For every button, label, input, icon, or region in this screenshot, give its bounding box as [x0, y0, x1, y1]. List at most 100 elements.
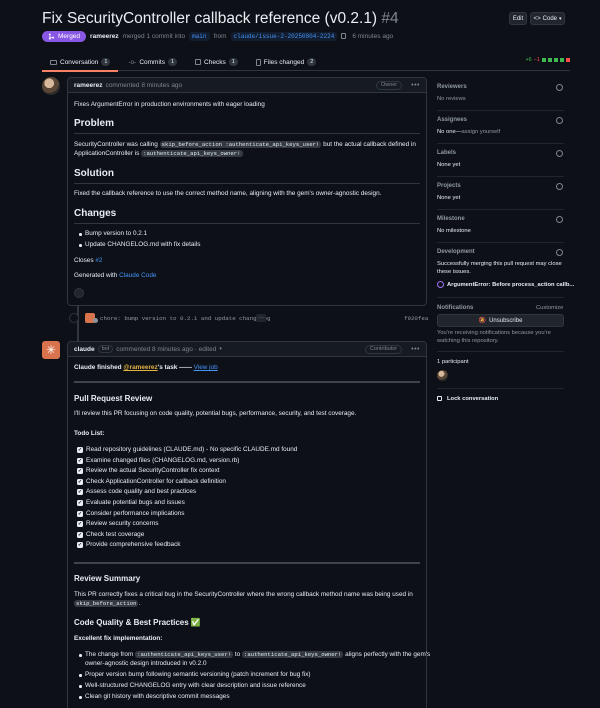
copy-icon[interactable] [341, 33, 347, 39]
base-branch[interactable]: main [189, 31, 210, 41]
sidebar-divider [437, 209, 564, 210]
commit-message[interactable]: chore: bump version to 0.2.1 and update … [100, 315, 270, 322]
todo-item: Examine changed files (CHANGELOG.md, ver… [86, 456, 240, 464]
reviewers-heading[interactable]: Reviewers [437, 84, 467, 90]
generated-text: Generated with [74, 272, 118, 279]
commit-icon: -o- [128, 58, 137, 66]
tab-checks[interactable]: Checks 1 [187, 53, 246, 71]
gear-icon[interactable] [556, 117, 563, 124]
linked-issue[interactable]: ArgumentError: Before process_action cal… [447, 282, 574, 288]
time-text: 6 minutes ago [352, 32, 394, 40]
deletions-count: −1 [533, 57, 540, 63]
closes-text: Closes [74, 257, 94, 264]
diffstat-block [560, 58, 564, 62]
tab-label: Checks [204, 58, 226, 66]
status-badge: Merged [42, 30, 87, 42]
comment-header: claude bot commented 8 minutes ago · edi… [68, 342, 426, 357]
chevron-down-icon[interactable]: ▾ [219, 346, 222, 352]
sidebar-divider [437, 351, 564, 352]
list-text: to [234, 651, 241, 658]
sidebar-divider [437, 388, 564, 389]
assignees-value: No one—assign yourself [437, 129, 500, 135]
code-button[interactable]: <> Code ▾ [530, 12, 565, 25]
role-badge: Owner [375, 80, 403, 90]
gear-icon[interactable] [556, 249, 563, 256]
comment-author[interactable]: rameerez [74, 82, 103, 89]
todo-checkbox: ✓ [77, 500, 83, 506]
tab-conversation[interactable]: Conversation 1 [42, 53, 119, 72]
inline-code: skip_before_action [74, 600, 139, 607]
chevron-down-icon: ▾ [559, 15, 562, 22]
comment-time[interactable]: commented 8 minutes ago · edited [116, 346, 216, 353]
more-options-icon[interactable]: ••• [411, 82, 420, 89]
status-text: 's task —— [157, 364, 192, 371]
edit-label: Edit [512, 15, 524, 22]
labels-heading[interactable]: Labels [437, 150, 456, 156]
head-branch[interactable]: claude/issue-2-20250804-2224 [230, 31, 338, 41]
bullet [79, 674, 82, 677]
gear-icon[interactable] [556, 150, 563, 157]
assign-yourself-link[interactable]: assign yourself [462, 129, 501, 135]
claude-code-link[interactable]: Claude Code [119, 272, 156, 279]
notifications-heading: Notifications [437, 305, 474, 311]
sidebar-divider [437, 110, 564, 111]
issue-closed-icon [437, 281, 444, 288]
lock-conversation-button[interactable]: Lock conversation [447, 396, 498, 402]
sidebar-divider [437, 176, 564, 177]
todo-item: Check ApplicationController for callback… [86, 477, 226, 485]
list-item: Well-structured CHANGELOG entry with cle… [85, 682, 306, 689]
unsubscribe-button[interactable]: 🔕 Unsubscribe [437, 314, 564, 327]
claude-avatar[interactable]: ✳ [42, 341, 60, 359]
expand-commit-button[interactable]: … [256, 314, 266, 322]
user-mention[interactable]: @rameerez [123, 364, 157, 371]
gear-icon[interactable] [556, 84, 563, 91]
summary-line-2: skip_before_action. [74, 600, 140, 607]
avatar [93, 318, 98, 323]
sidebar-divider [437, 242, 564, 243]
comment-author[interactable]: claude [74, 346, 95, 353]
customize-link[interactable]: Customize [536, 305, 563, 311]
commit-sha[interactable]: f920fea [404, 315, 428, 322]
code-label: Code [542, 15, 558, 22]
milestone-heading[interactable]: Milestone [437, 216, 465, 222]
heading-divider [74, 183, 420, 184]
development-heading[interactable]: Development [437, 249, 475, 255]
bullet [79, 244, 82, 247]
comment-icon [50, 59, 57, 65]
role-badge: Contributor [364, 344, 403, 354]
list-text: owner-agnostic design introduced in v0.2… [85, 660, 207, 667]
unsubscribe-label: Unsubscribe [489, 317, 523, 324]
list-text: The change from [85, 651, 134, 658]
list-item: Bump version to 0.2.1 [85, 230, 148, 237]
heading-quality: Code Quality & Best Practices ✅ [74, 618, 201, 627]
add-reaction-icon[interactable] [74, 288, 84, 298]
gear-icon[interactable] [556, 183, 563, 190]
avatar[interactable] [437, 370, 448, 381]
tab-commits[interactable]: -o- Commits 1 [120, 53, 185, 71]
inline-code: :authenticate_api_keys_user! [135, 651, 234, 658]
todo-title: Todo List: [74, 430, 105, 437]
gear-icon[interactable] [556, 216, 563, 223]
issue-link[interactable]: #2 [95, 257, 102, 264]
tab-count: 1 [167, 58, 178, 66]
tab-count: 1 [228, 58, 238, 66]
description-intro: Fixes ArgumentError in production enviro… [74, 101, 265, 108]
edit-button[interactable]: Edit [509, 12, 527, 25]
diffstat-block [548, 58, 552, 62]
tab-files-changed[interactable]: Files changed 2 [248, 53, 325, 71]
todo-checkbox: ✓ [77, 457, 83, 464]
tab-count: 2 [307, 58, 317, 66]
projects-heading[interactable]: Projects [437, 183, 461, 189]
reviewers-value: No reviews [437, 96, 466, 102]
more-options-icon[interactable]: ••• [411, 346, 420, 353]
view-job-link[interactable]: View job [194, 364, 218, 371]
checks-icon [195, 59, 202, 65]
status-text: Merged [58, 32, 81, 40]
bullet [79, 654, 82, 657]
avatar[interactable] [42, 77, 60, 95]
author-link[interactable]: rameerez [90, 33, 119, 40]
lock-icon [437, 396, 442, 401]
todo-item: Check test coverage [86, 530, 145, 538]
comment-time[interactable]: commented 8 minutes ago [106, 82, 183, 89]
assignees-heading[interactable]: Assignees [437, 117, 467, 123]
